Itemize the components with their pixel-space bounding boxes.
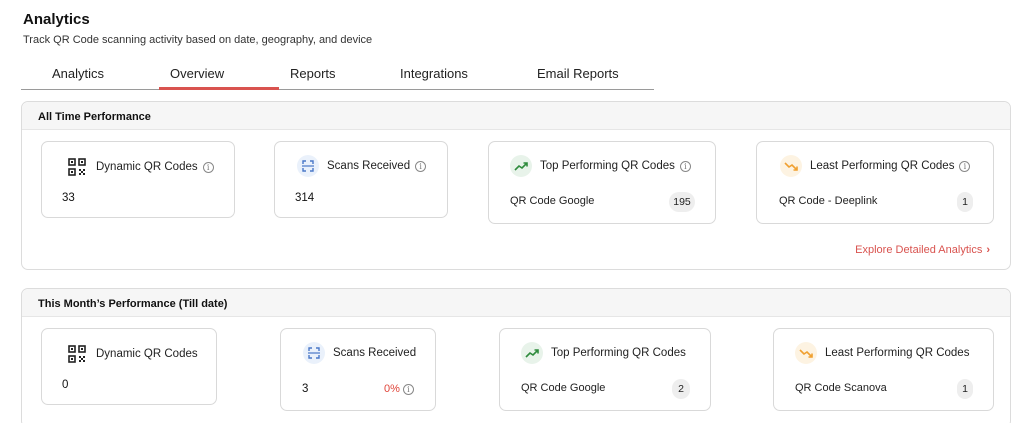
page-subtitle: Track QR Code scanning activity based on… [23, 34, 373, 46]
active-tab-indicator [159, 87, 279, 90]
card-label: Top Performing QR Codes [540, 160, 675, 172]
explore-link-label: Explore Detailed Analytics [855, 244, 983, 256]
this-month-performance-section: This Month’s Performance (Till date) Dyn… [21, 288, 1011, 423]
section-title: This Month’s Performance (Till date) [22, 289, 1010, 317]
trend-down-icon [795, 342, 817, 364]
dynamic-qr-count: 0 [62, 379, 69, 391]
dynamic-qr-card: Dynamic QR Codes 0 [41, 328, 217, 405]
top-performing-card: Top Performing QR Codes QR Code Google 2 [499, 328, 711, 411]
scans-received-card: Scans Received 3 0% i [280, 328, 436, 411]
least-performing-card: Least Performing QR Codes i QR Code - De… [756, 141, 994, 224]
page-title: Analytics [23, 11, 90, 28]
least-qr-name[interactable]: QR Code - Deeplink [779, 195, 877, 207]
card-label: Scans Received [333, 347, 417, 359]
info-icon[interactable]: i [202, 161, 214, 173]
least-qr-name[interactable]: QR Code Scanova [795, 382, 887, 394]
tab-email-reports[interactable]: Email Reports [537, 66, 619, 81]
card-label: Scans Received [327, 160, 411, 172]
info-icon[interactable]: i [679, 160, 691, 172]
top-performing-card: Top Performing QR Codes i QR Code Google… [488, 141, 716, 224]
trend-up-icon [521, 342, 543, 364]
qr-code-icon [68, 158, 86, 176]
chevron-right-icon: › [986, 244, 990, 256]
least-qr-count: 1 [957, 379, 973, 399]
scan-icon [297, 155, 319, 177]
section-title: All Time Performance [22, 102, 1010, 130]
card-label: Least Performing QR Codes [810, 160, 955, 172]
scan-icon [303, 342, 325, 364]
tab-reports[interactable]: Reports [290, 66, 336, 81]
tab-integrations[interactable]: Integrations [400, 66, 468, 81]
info-icon[interactable]: i [959, 160, 971, 172]
least-qr-count: 1 [957, 192, 973, 212]
dynamic-qr-card: Dynamic QR Codes i 33 [41, 141, 235, 218]
top-qr-count: 2 [672, 379, 690, 399]
card-label: Dynamic QR Codes [96, 348, 198, 360]
qr-code-icon [68, 345, 86, 363]
card-label: Least Performing QR Codes [825, 347, 970, 359]
trend-down-icon [780, 155, 802, 177]
scans-count: 3 [302, 383, 309, 395]
info-icon[interactable]: i [402, 383, 414, 395]
scans-received-card: Scans Received i 314 [274, 141, 448, 218]
scans-change-percent: 0% [384, 383, 400, 395]
top-qr-count: 195 [669, 192, 695, 212]
least-performing-card: Least Performing QR Codes QR Code Scanov… [773, 328, 994, 411]
info-icon[interactable]: i [415, 160, 427, 172]
tab-overview[interactable]: Overview [170, 66, 224, 81]
dynamic-qr-count: 33 [62, 192, 75, 204]
top-qr-name[interactable]: QR Code Google [510, 195, 594, 207]
explore-detailed-analytics-link[interactable]: Explore Detailed Analytics › [855, 244, 990, 256]
card-label: Dynamic QR Codes [96, 161, 198, 173]
trend-up-icon [510, 155, 532, 177]
tab-analytics[interactable]: Analytics [52, 66, 104, 81]
scans-count: 314 [295, 192, 315, 204]
tab-bar: Analytics Overview Reports Integrations … [21, 60, 654, 90]
card-label: Top Performing QR Codes [551, 347, 686, 359]
top-qr-name[interactable]: QR Code Google [521, 382, 605, 394]
all-time-performance-section: All Time Performance Dynamic QR Codes i … [21, 101, 1011, 270]
